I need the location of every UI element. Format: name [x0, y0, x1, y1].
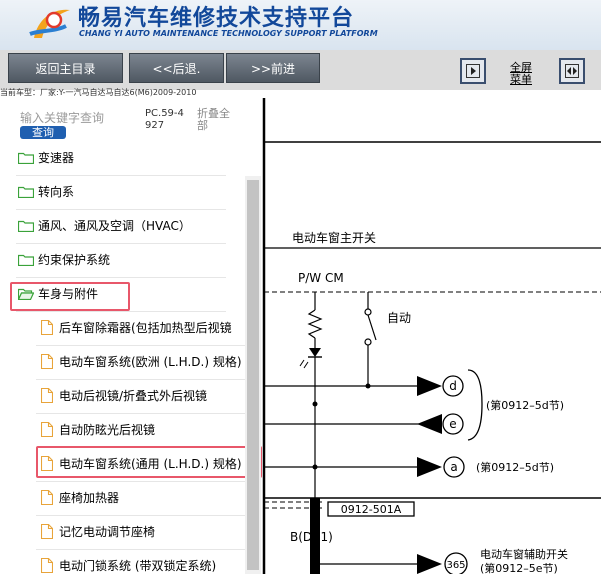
- folder-icon: [18, 254, 34, 266]
- document-icon: [41, 422, 53, 437]
- document-icon: [41, 354, 53, 369]
- connector-arrow-d: [417, 376, 442, 396]
- folder-open-icon: [18, 288, 34, 300]
- tree-category-item[interactable]: 转向系: [16, 176, 226, 210]
- bus-label: B(DR1): [290, 530, 333, 544]
- collapse-sidebar-button[interactable]: [460, 58, 486, 84]
- tree-category-label: 约束保护系统: [38, 253, 111, 267]
- forward-button[interactable]: >>前进: [226, 53, 320, 83]
- tree-category-item[interactable]: 通风、通风及空调（HVAC）: [16, 210, 226, 244]
- tree-document-item[interactable]: 电动车窗系统(欧洲 (L.H.D.) 规格): [36, 346, 248, 380]
- connector-box-label: 0912-501A: [341, 503, 402, 516]
- tree-category-label: 变速器: [38, 151, 75, 165]
- tree-category-item-expanded[interactable]: 车身与附件: [16, 278, 226, 312]
- tree-category-item[interactable]: 约束保护系统: [16, 244, 226, 278]
- wiring-diagram-panel: 电动车窗主开关 P/W CM 自动 d e (第0912–5d节) a (第09…: [262, 98, 601, 574]
- document-icon: [41, 558, 53, 573]
- folder-icon: [18, 220, 34, 232]
- fullscreen-line2: 菜单: [510, 73, 532, 86]
- document-icon: [41, 320, 53, 335]
- document-icon: [41, 388, 53, 403]
- tree-document-item-selected[interactable]: 电动车窗系统(通用 (L.H.D.) 规格): [36, 448, 248, 482]
- wiring-diagram: 电动车窗主开关 P/W CM 自动 d e (第0912–5d节) a (第09…: [262, 98, 601, 574]
- tree-document-item[interactable]: 电动门锁系统 (带双锁定系统): [36, 550, 248, 574]
- brand-logo-icon: [29, 9, 70, 38]
- connector-e-label: e: [449, 417, 456, 431]
- connector-arrow-a: [417, 457, 442, 477]
- document-icon: [41, 456, 53, 471]
- search-input[interactable]: [20, 109, 140, 127]
- connector-arrow-365: [417, 554, 442, 574]
- tree-document-label: 电动车窗系统(通用 (L.H.D.) 规格): [59, 457, 242, 471]
- tree-document-label: 电动车窗系统(欧洲 (L.H.D.) 规格): [59, 355, 242, 369]
- search-button[interactable]: 查询: [20, 126, 66, 139]
- connector-365-ref: (第0912–5e节): [480, 561, 558, 574]
- document-icon: [41, 524, 53, 539]
- tree-document-item[interactable]: 记忆电动调节座椅: [36, 516, 248, 550]
- expand-panels-button[interactable]: [559, 58, 585, 84]
- site-title: 畅易汽车维修技术支持平台: [78, 6, 355, 31]
- sidebar-scrollbar-thumb[interactable]: [247, 180, 259, 570]
- tree-document-label: 座椅加热器: [59, 491, 120, 505]
- tree-document-item[interactable]: 后车窗除霜器(包括加热型后视镜: [36, 312, 248, 346]
- tree-document-label: 电动后视镜/折叠式外后视镜: [59, 389, 208, 403]
- resistor-symbol: [307, 309, 323, 339]
- site-subtitle: CHANG YI AUTO MAINTENANCE TECHNOLOGY SUP…: [79, 29, 378, 38]
- bracket-symbol: [467, 369, 483, 441]
- document-icon: [41, 490, 53, 505]
- tree-category-item[interactable]: 变速器: [16, 142, 226, 176]
- collapse-all-link[interactable]: 折叠全部: [197, 108, 237, 132]
- header: 畅易汽车维修技术支持平台 CHANG YI AUTO MAINTENANCE T…: [0, 0, 601, 50]
- tree-document-label: 记忆电动调节座椅: [59, 525, 156, 539]
- folder-icon: [18, 152, 34, 164]
- auto-label: 自动: [387, 311, 411, 325]
- connector-365-label: 365: [446, 560, 465, 571]
- back-to-main-menu-button[interactable]: 返回主目录: [8, 53, 123, 83]
- diode-symbol: [309, 348, 321, 357]
- fullscreen-menu-link[interactable]: 全屏 菜单: [506, 62, 536, 86]
- tree-document-item[interactable]: 自动防眩光后视镜: [36, 414, 248, 448]
- connector-de-ref: (第0912–5d节): [486, 398, 564, 412]
- tree-category-label: 车身与附件: [38, 287, 99, 301]
- current-vehicle-model: 当前车型：厂家:Y-一汽马自达马自达6(M6)2009-2010: [0, 88, 197, 97]
- tree-document-item[interactable]: 电动后视镜/折叠式外后视镜: [36, 380, 248, 414]
- tree-document-label: 后车窗除霜器(包括加热型后视镜: [59, 321, 232, 335]
- arrows-outward-icon: [565, 64, 579, 78]
- sidebar: 查询 PC.59-4927 折叠全部 变速器 转向系 通风、通风及空调（HVAC…: [0, 98, 262, 574]
- folder-icon: [18, 186, 34, 198]
- tree-document-label: 电动门锁系统 (带双锁定系统): [59, 559, 217, 573]
- connector-d-label: d: [449, 379, 457, 393]
- aux-switch-label: 电动车窗辅助开关: [480, 547, 568, 561]
- tree-document-item[interactable]: 座椅加热器: [36, 482, 248, 516]
- connector-arrow-e: [417, 414, 442, 434]
- connector-a-label: a: [450, 460, 457, 474]
- sidebar-scrollbar[interactable]: [245, 176, 261, 574]
- document-code: PC.59-4927: [145, 108, 184, 131]
- module-label: P/W CM: [298, 271, 344, 285]
- tree-category-label: 转向系: [38, 185, 75, 199]
- back-button[interactable]: <<后退.: [129, 53, 224, 83]
- tree-document-label: 自动防眩光后视镜: [59, 423, 156, 437]
- connector-a-ref: (第0912–5d节): [476, 460, 554, 474]
- arrow-right-icon: [466, 64, 480, 78]
- diagram-title: 电动车窗主开关: [292, 230, 376, 245]
- toolbar: 返回主目录 <<后退. >>前进 全屏 菜单: [0, 50, 601, 90]
- auto-switch-symbol: [367, 314, 377, 341]
- tree-category-label: 通风、通风及空调（HVAC）: [38, 219, 191, 233]
